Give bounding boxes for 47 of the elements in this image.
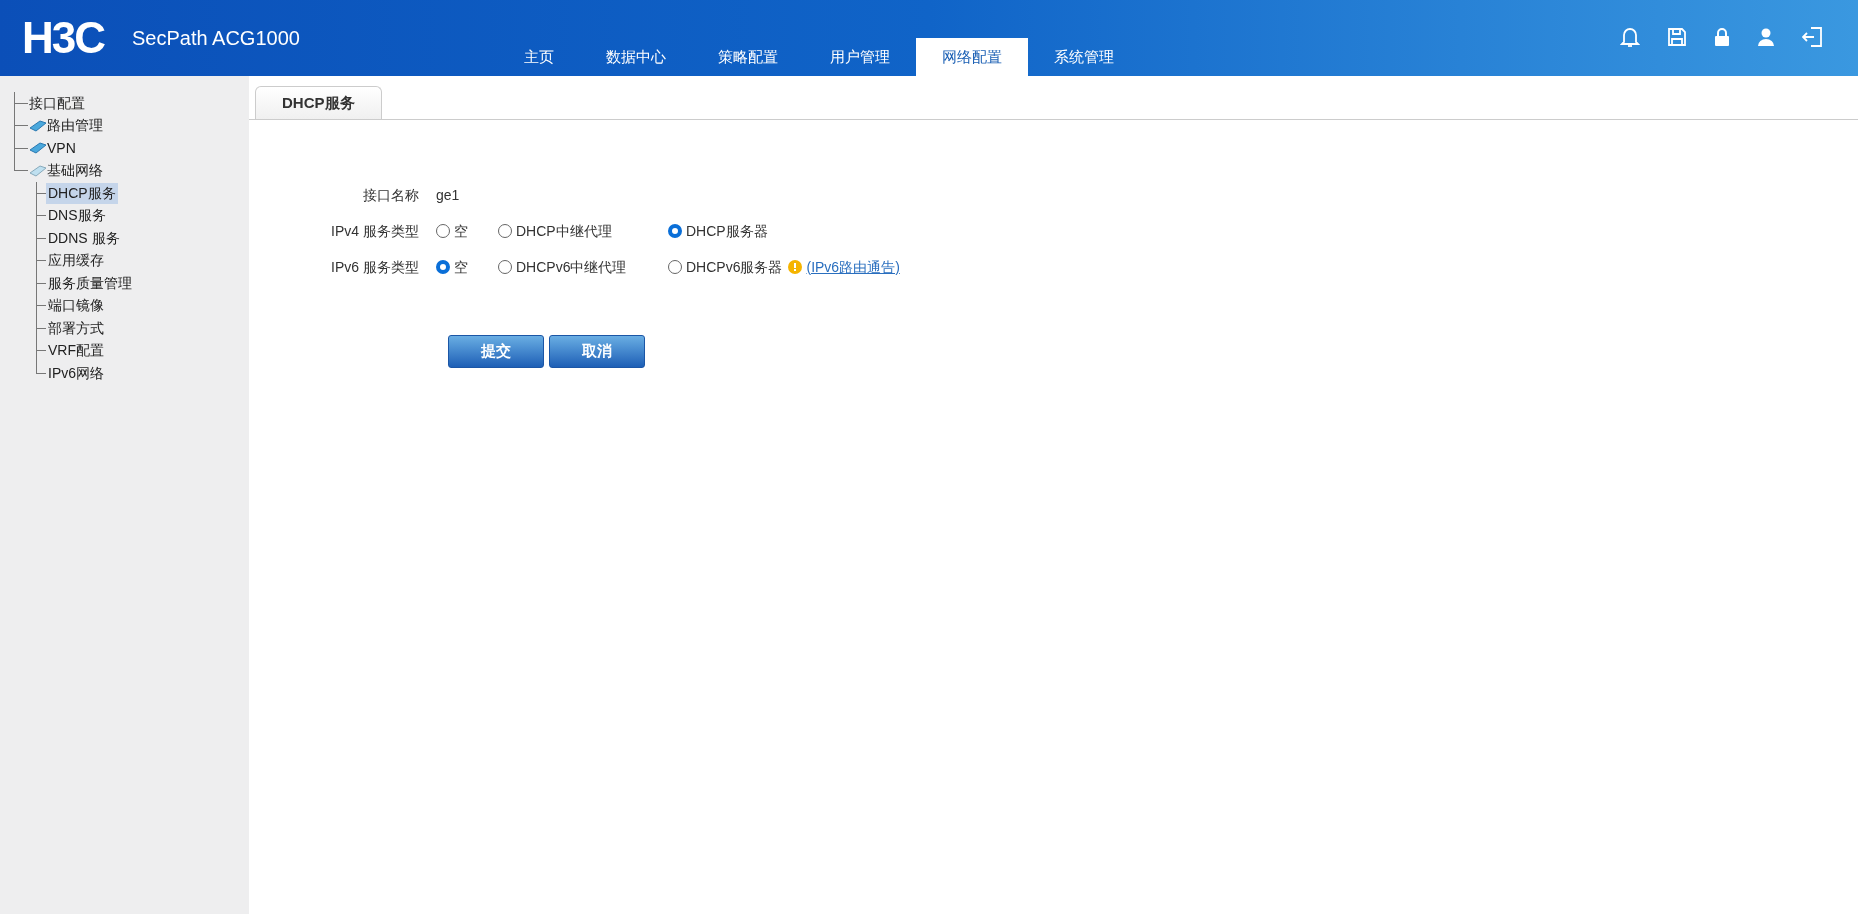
tab[interactable]: DHCP服务 [255,86,382,119]
field-label: 接口名称 [362,185,420,205]
tree-item[interactable]: DHCP服务 [46,182,118,204]
tree-item[interactable]: DNS服务 [46,205,108,227]
nav-tab[interactable]: 系统管理 [1028,38,1140,76]
field-label: IPv4 服务类型 [330,221,420,241]
field-label: IPv6 服务类型 [330,257,420,277]
tree-item[interactable]: 基础网络 [47,160,103,182]
tree-item[interactable]: VPN [47,137,76,159]
nav-tab[interactable]: 网络配置 [916,38,1028,76]
radio-button[interactable] [668,224,682,238]
tree-item[interactable]: 接口配置 [29,92,85,114]
product-name: SecPath ACG1000 [132,26,300,51]
nav-tab[interactable]: 主页 [498,38,580,76]
nav-tab[interactable]: 数据中心 [580,38,692,76]
nav-tab[interactable]: 用户管理 [804,38,916,76]
tree-item[interactable]: 服务质量管理 [46,272,134,294]
form-button[interactable]: 取消 [549,335,645,368]
tree-item[interactable]: 端口镜像 [46,295,106,317]
radio-label: DHCP中继代理 [516,221,612,241]
radio-button[interactable] [498,260,512,274]
tree-item[interactable]: 应用缓存 [46,250,106,272]
radio-button[interactable] [436,260,450,274]
user-icon[interactable] [1758,28,1774,46]
lock-icon[interactable] [1714,28,1730,46]
save-icon[interactable] [1668,28,1686,46]
help-link[interactable]: (IPv6路由通告) [806,256,900,278]
radio-label: 空 [454,257,468,277]
logo: H3C [22,16,105,60]
nav-tab[interactable]: 策略配置 [692,38,804,76]
form-button[interactable]: 提交 [448,335,544,368]
radio-label: 空 [454,221,468,241]
field-value: ge1 [436,185,460,205]
logout-icon[interactable] [1802,27,1822,47]
bell-icon[interactable] [1620,26,1640,48]
tree-item[interactable]: 路由管理 [47,115,103,137]
radio-label: DHCP服务器 [686,221,768,241]
radio-label: DHCPv6服务器 [686,257,783,277]
radio-button[interactable] [436,224,450,238]
tree-item[interactable]: IPv6网络 [46,362,106,384]
radio-label: DHCPv6中继代理 [516,257,627,277]
radio-button[interactable] [668,260,682,274]
tree-item[interactable]: DDNS 服务 [46,227,122,249]
radio-button[interactable] [498,224,512,238]
warning-icon [788,260,803,274]
tree-item[interactable]: VRF配置 [46,340,106,362]
tree-item[interactable]: 部署方式 [46,317,106,339]
